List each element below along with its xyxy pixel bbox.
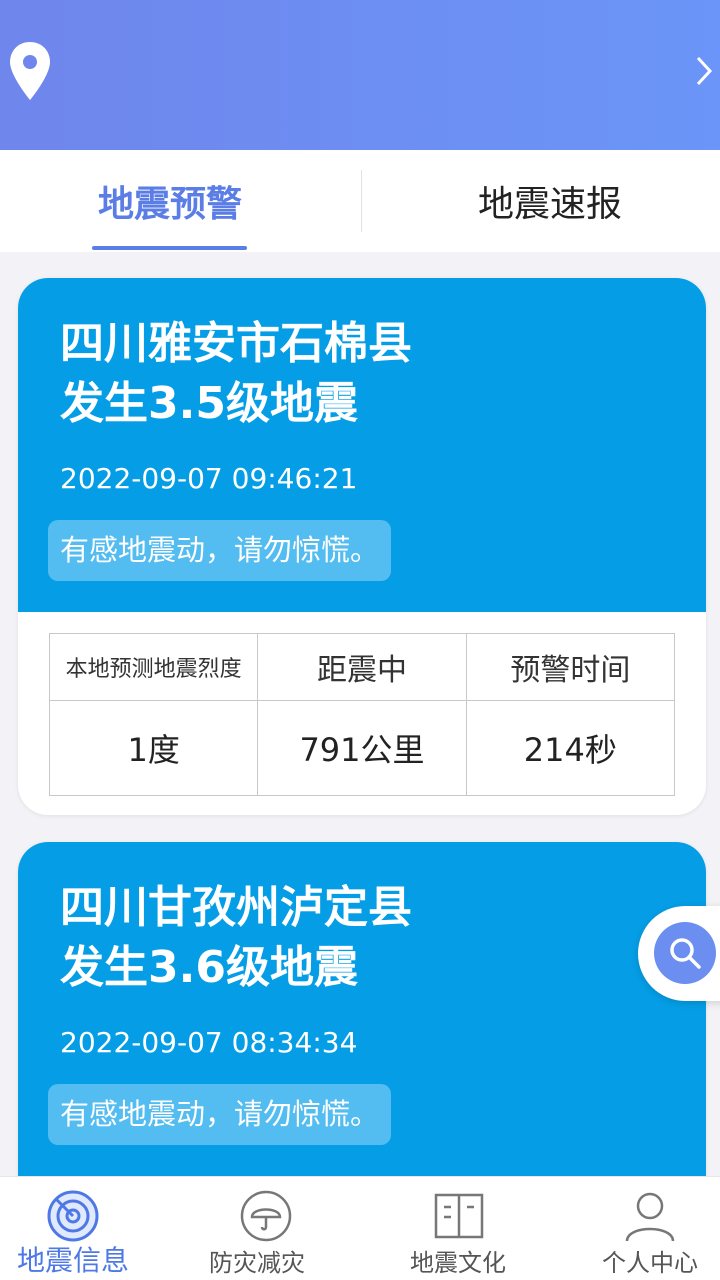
- tab-earthquake-report[interactable]: 地震速报: [380, 150, 720, 252]
- umbrella-icon: [240, 1190, 292, 1242]
- chevron-right-icon[interactable]: [694, 54, 714, 88]
- bottom-navigation: 地震信息 防灾减灾 地震文化 个人中心: [0, 1176, 720, 1280]
- card-title-line2: 发生3.5级地震: [60, 378, 358, 429]
- nav-item-earthquake-culture[interactable]: 地震文化: [368, 1177, 548, 1280]
- card-header: 四川雅安市石棉县 发生3.5级地震 2022-09-07 09:46:21 有感…: [18, 278, 706, 612]
- table-value-distance: 791公里: [257, 700, 467, 796]
- card-title-line1: 四川雅安市石棉县: [60, 318, 412, 369]
- table-header-distance: 距震中: [257, 633, 467, 701]
- table-value-intensity: 1度: [48, 700, 259, 796]
- search-icon: [670, 938, 701, 969]
- location-pin-icon[interactable]: [8, 40, 52, 102]
- nav-item-disaster-prevention[interactable]: 防灾减灾: [175, 1177, 355, 1280]
- radar-icon: [47, 1190, 99, 1242]
- tab-divider: [361, 170, 362, 232]
- tab-bar: 地震预警 地震速报: [0, 150, 720, 252]
- book-icon: [434, 1193, 484, 1239]
- tab-earthquake-warning[interactable]: 地震预警: [0, 150, 340, 252]
- card-notice: 有感地震动，请勿惊慌。: [48, 520, 392, 581]
- person-icon: [625, 1192, 675, 1242]
- table-header-warning-time: 预警时间: [465, 633, 676, 701]
- card-notice: 有感地震动，请勿惊慌。: [48, 1084, 392, 1145]
- nav-item-earthquake-info[interactable]: 地震信息: [0, 1177, 180, 1280]
- card-title: 四川甘孜州泸定县 发生3.6级地震: [60, 878, 620, 998]
- active-tab-indicator: [92, 246, 247, 250]
- card-time: 2022-09-07 08:34:34: [60, 1026, 358, 1059]
- card-title-line1: 四川甘孜州泸定县: [60, 882, 412, 933]
- table-header-intensity: 本地预测地震烈度: [48, 633, 259, 701]
- earthquake-info-table: 本地预测地震烈度 距震中 预警时间 1度 791公里 214秒: [48, 633, 676, 796]
- header-bar: [0, 0, 720, 150]
- nav-label: 个人中心: [602, 1249, 698, 1277]
- card-time: 2022-09-07 09:46:21: [60, 462, 358, 495]
- card-title: 四川雅安市石棉县 发生3.5级地震: [60, 314, 620, 434]
- nav-label: 地震文化: [410, 1249, 506, 1277]
- nav-label: 防灾减灾: [209, 1249, 305, 1277]
- earthquake-card[interactable]: 四川雅安市石棉县 发生3.5级地震 2022-09-07 09:46:21 有感…: [18, 278, 706, 815]
- card-title-line2: 发生3.6级地震: [60, 942, 358, 993]
- table-value-warning-time: 214秒: [465, 700, 676, 796]
- nav-item-personal-center[interactable]: 个人中心: [560, 1177, 720, 1280]
- nav-label: 地震信息: [16, 1244, 129, 1277]
